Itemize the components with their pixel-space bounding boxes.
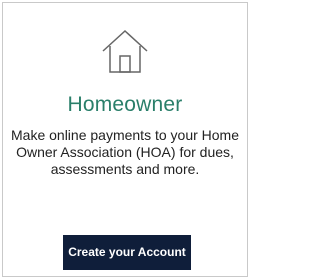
homeowner-card: Homeowner Make online payments to your H… [2,2,248,277]
card-title: Homeowner [67,93,183,116]
create-account-button[interactable]: Create your Account [63,235,191,270]
card-description: Make online payments to your Home Owner … [11,127,239,177]
house-icon [3,29,247,75]
